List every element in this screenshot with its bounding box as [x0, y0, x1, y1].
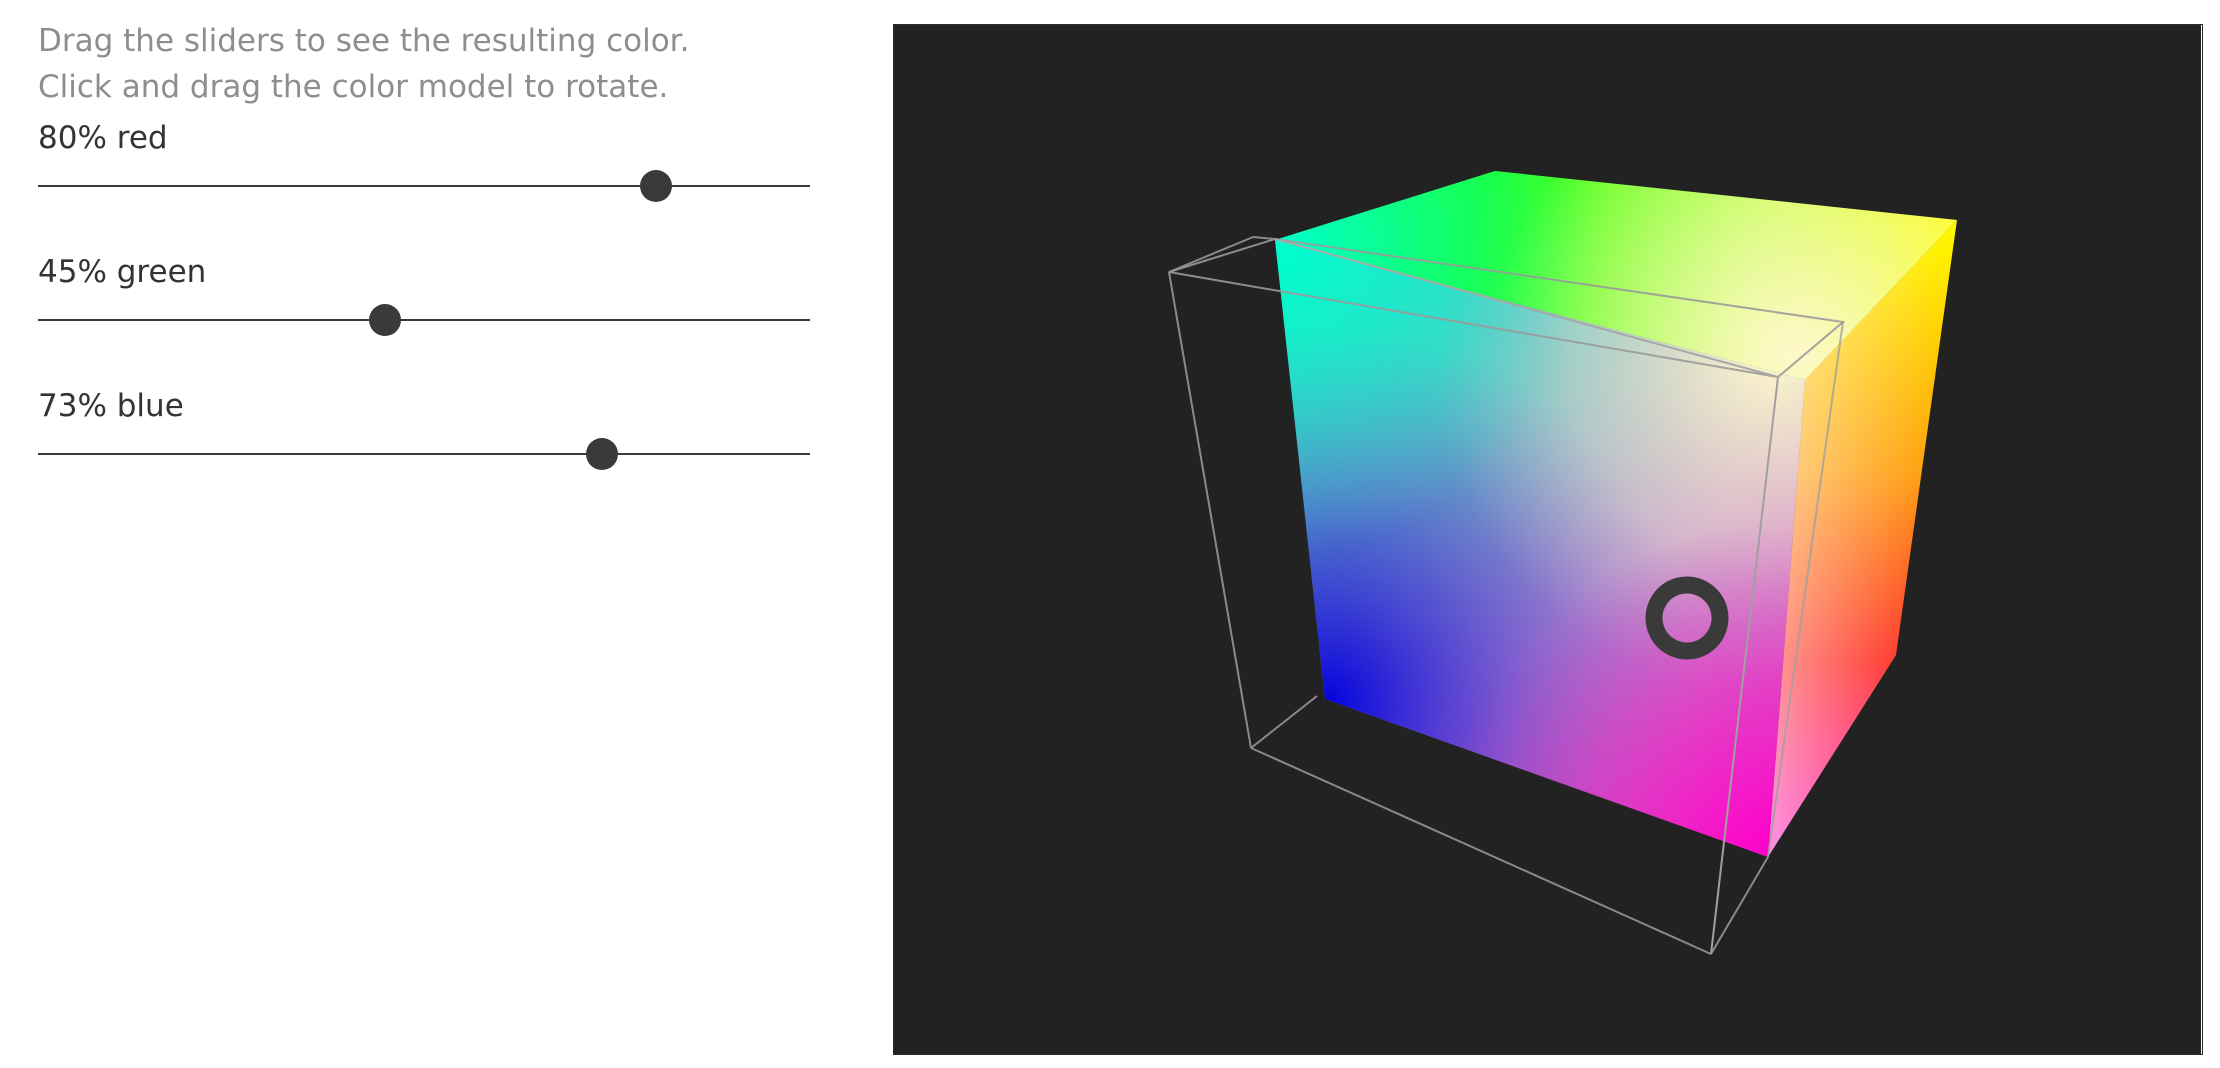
instruction-drag-sliders: Drag the sliders to see the resulting co…	[38, 23, 690, 59]
red-slider-track-line	[38, 185, 810, 187]
green-slider-track-line	[38, 319, 810, 321]
blue-slider-block: 73% blue	[38, 384, 810, 518]
blue-slider[interactable]	[38, 438, 810, 470]
red-slider-block: 80% red	[38, 116, 810, 250]
green-slider[interactable]	[38, 304, 810, 336]
blue-slider-thumb[interactable]	[585, 438, 618, 470]
blue-slider-track-line	[38, 453, 810, 455]
controls-panel: Drag the sliders to see the resulting co…	[38, 18, 810, 518]
red-slider-label: 80% red	[38, 120, 168, 156]
solid-color-cube	[1275, 171, 1957, 857]
red-slider[interactable]	[38, 170, 810, 202]
green-slider-label: 45% green	[38, 254, 207, 290]
green-slider-block: 45% green	[38, 250, 810, 384]
blue-slider-label: 73% blue	[38, 388, 184, 424]
color-model-viewport[interactable]	[893, 25, 2201, 1054]
red-slider-thumb[interactable]	[639, 170, 672, 202]
green-slider-thumb[interactable]	[369, 304, 402, 336]
instruction-rotate-model: Click and drag the color model to rotate…	[38, 69, 669, 105]
rgb-color-cube[interactable]	[893, 25, 2201, 1054]
